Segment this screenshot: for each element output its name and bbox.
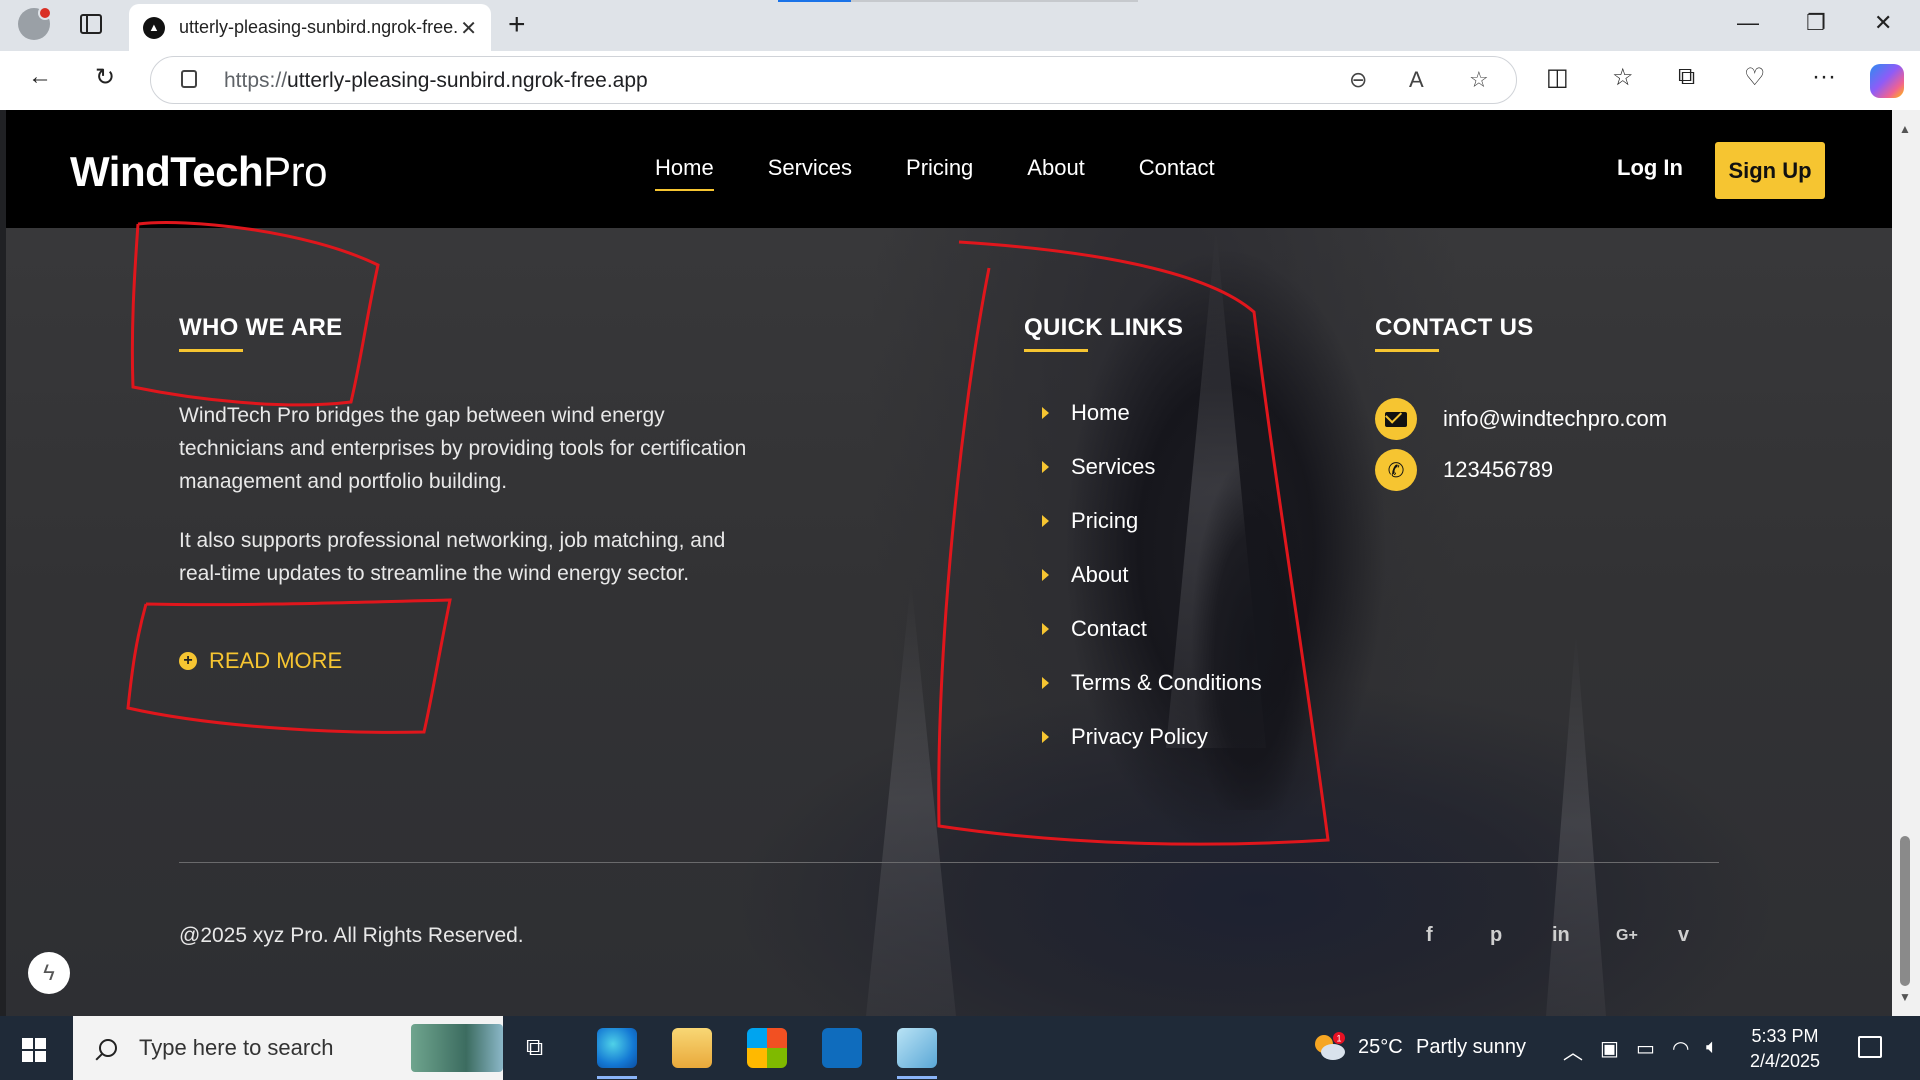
new-tab-icon[interactable]: +: [508, 8, 526, 42]
windows-taskbar: Type here to search ⧉ 1 25°C Partly sunn…: [0, 1016, 1920, 1080]
taskbar-clock[interactable]: 5:33 PM 2/4/2025: [1750, 1024, 1820, 1074]
microsoft-store-icon[interactable]: [747, 1028, 787, 1068]
weather-description[interactable]: Partly sunny: [1416, 1036, 1526, 1059]
address-bar[interactable]: https://utterly-pleasing-sunbird.ngrok-f…: [150, 56, 1517, 104]
browser-toolbar: ← ↻ https://utterly-pleasing-sunbird.ngr…: [0, 51, 1920, 110]
tray-chevron-up-icon[interactable]: ︿: [1563, 1036, 1583, 1065]
read-aloud-icon[interactable]: A: [1409, 67, 1424, 93]
minimize-icon[interactable]: —: [1737, 10, 1759, 36]
more-menu-icon[interactable]: ···: [1812, 63, 1836, 91]
wifi-icon[interactable]: ◠: [1672, 1036, 1689, 1061]
browser-tab-bar: ▲ utterly-pleasing-sunbird.ngrok-free.ap…: [0, 0, 1920, 51]
windows-start-icon[interactable]: [22, 1038, 46, 1062]
copilot-icon[interactable]: [1870, 64, 1904, 98]
edge-app-icon[interactable]: [597, 1028, 637, 1068]
edge-active-indicator: [597, 1076, 637, 1079]
profile-avatar-icon[interactable]: [18, 6, 52, 40]
zoom-out-icon[interactable]: ⊖: [1349, 67, 1367, 93]
lock-icon[interactable]: [181, 70, 197, 88]
clock-time: 5:33 PM: [1751, 1026, 1819, 1046]
split-screen-icon[interactable]: ◫: [1546, 63, 1569, 92]
battery-icon[interactable]: ▭: [1636, 1036, 1655, 1061]
annotation-read-more: [126, 598, 452, 734]
notepad-app-icon[interactable]: [897, 1028, 937, 1068]
scroll-up-icon[interactable]: ▲: [1899, 122, 1911, 136]
browser-tab-active[interactable]: ▲ utterly-pleasing-sunbird.ngrok-free.ap…: [129, 4, 491, 51]
page-viewport: WindTechPro Home Services Pricing About …: [6, 110, 1892, 1016]
page-scrollbar[interactable]: ▲ ▼: [1892, 110, 1920, 1016]
tab-close-icon[interactable]: ✕: [460, 16, 477, 41]
mail-app-icon[interactable]: [822, 1028, 862, 1068]
partly-sunny-weather-icon[interactable]: 1: [1312, 1032, 1346, 1062]
url-text[interactable]: https://utterly-pleasing-sunbird.ngrok-f…: [224, 69, 648, 93]
taskbar-search-box[interactable]: Type here to search: [73, 1016, 503, 1080]
search-icon: [99, 1039, 117, 1057]
close-window-icon[interactable]: ✕: [1874, 10, 1892, 36]
site-favicon-icon: ▲: [143, 16, 165, 39]
scroll-down-icon[interactable]: ▼: [1899, 990, 1911, 1004]
clock-date: 2/4/2025: [1750, 1051, 1821, 1071]
scroll-thumb[interactable]: [1900, 836, 1910, 986]
taskbar-search-placeholder: Type here to search: [139, 1035, 334, 1060]
weather-temperature[interactable]: 25°C: [1358, 1036, 1403, 1059]
refresh-icon[interactable]: ↻: [95, 63, 115, 92]
annotation-quick-links: [937, 240, 1330, 846]
annotation-overlay: [126, 221, 1330, 846]
browser-essentials-icon[interactable]: ♡: [1744, 63, 1766, 92]
tab-actions-icon[interactable]: [80, 14, 102, 34]
annotation-who-we-are: [130, 221, 380, 407]
tab-title: utterly-pleasing-sunbird.ngrok-free.app: [179, 17, 459, 37]
back-arrow-icon[interactable]: ←: [28, 63, 52, 91]
file-explorer-icon[interactable]: [672, 1028, 712, 1068]
favorite-star-icon[interactable]: ☆: [1469, 67, 1489, 93]
restore-icon[interactable]: ❐: [1806, 10, 1826, 36]
loading-progress: [778, 0, 1138, 2]
meet-now-icon[interactable]: ▣: [1600, 1036, 1619, 1061]
favorites-icon[interactable]: ☆: [1612, 63, 1634, 92]
search-highlight-image: [411, 1024, 503, 1072]
volume-icon[interactable]: 🔈︎: [1706, 1036, 1718, 1059]
notepad-active-indicator: [897, 1076, 937, 1079]
notification-center-icon[interactable]: [1858, 1036, 1882, 1058]
svg-text:1: 1: [1337, 1034, 1342, 1044]
collections-icon[interactable]: ⧉: [1678, 63, 1695, 91]
task-view-icon[interactable]: ⧉: [526, 1034, 543, 1062]
